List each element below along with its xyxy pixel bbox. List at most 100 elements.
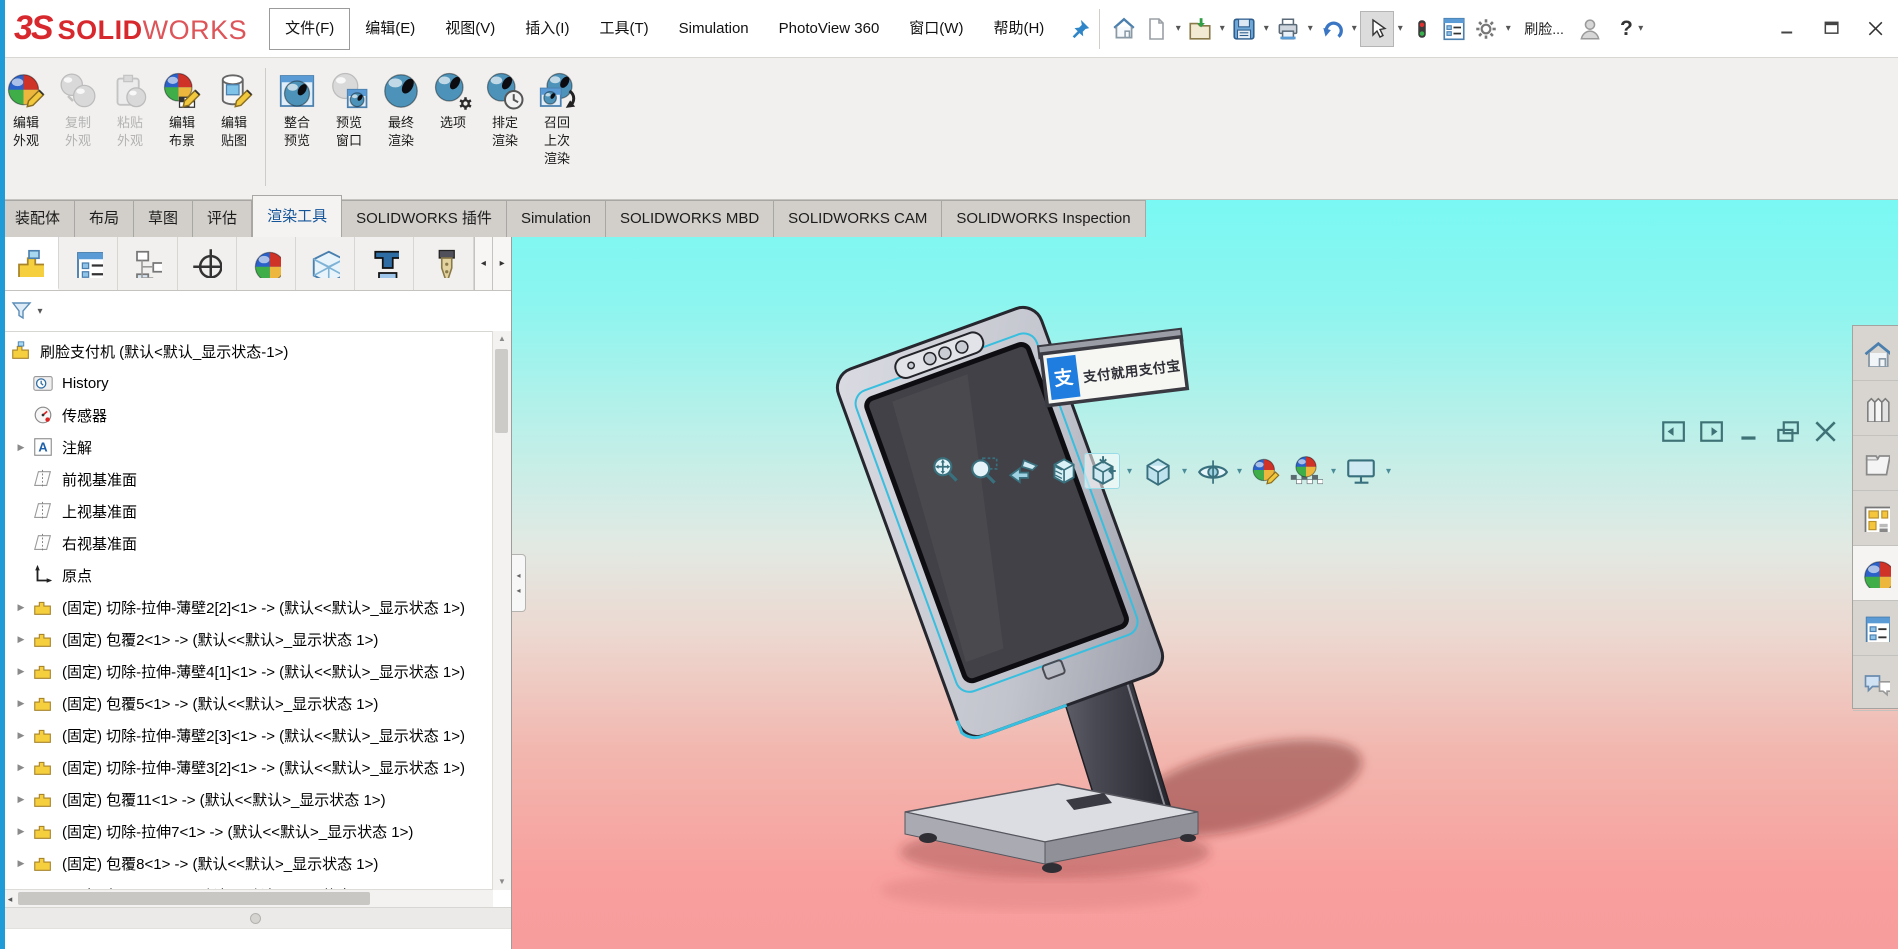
select-cursor-button[interactable] [1360, 10, 1395, 47]
hide-show-items-button[interactable] [1194, 453, 1230, 489]
tree-item[interactable]: ▶ (固定) 切除-拉伸7<1> -> (默认<<默认>_显示状态 1>) [0, 815, 493, 847]
tree-item[interactable]: ▶ (固定) 切除-拉伸-薄壁4[1]<1> -> (默认<<默认>_显示状态 1… [0, 655, 493, 687]
tree-item[interactable]: ▶ (固定) 包覆5<1> -> (默认<<默认>_显示状态 1>) [0, 687, 493, 719]
tree-item[interactable]: ▶ (固定) 包覆11<1> -> (默认<<默认>_显示状态 1>) [0, 783, 493, 815]
manager-tab-cam-tree[interactable] [414, 236, 474, 290]
render-options-button[interactable]: 选项 [427, 66, 479, 132]
tree-item[interactable]: ▶ (固定) 包覆8<1> -> (默认<<默认>_显示状态 1>) [0, 847, 493, 879]
recall-last-render-button[interactable]: 召回 上次 渲染 [531, 66, 583, 168]
previous-view-button[interactable] [1006, 453, 1042, 489]
home-button[interactable] [1108, 12, 1140, 46]
minimize-button[interactable] [1766, 0, 1810, 57]
tree-item[interactable]: 原点 [0, 559, 493, 591]
manager-tab-dimxpert-manager[interactable] [178, 236, 237, 290]
options-gear-button[interactable] [1470, 12, 1502, 46]
task-pane-appearances-scenes[interactable] [1853, 546, 1898, 601]
menu-item[interactable]: 文件(F) [269, 7, 351, 50]
zoom-fit-button[interactable] [928, 453, 964, 489]
open-doc-button[interactable] [1184, 12, 1216, 46]
tree-vertical-scrollbar[interactable]: ▲ ▼ [492, 331, 511, 890]
schedule-render-button[interactable]: 排定 渲染 [479, 66, 531, 150]
previous-window-button[interactable] [1660, 418, 1686, 449]
horizontal-scroll-thumb[interactable] [18, 892, 370, 905]
menu-item[interactable]: PhotoView 360 [764, 9, 895, 49]
integrated-preview-button[interactable]: 整合 预览 [271, 66, 323, 150]
display-style-caret-icon[interactable]: ▾ [1178, 466, 1191, 477]
tree-horizontal-scrollbar[interactable]: ◂ [0, 889, 493, 908]
save-caret-icon[interactable]: ▾ [1260, 23, 1272, 34]
tab-评估[interactable]: 评估 [193, 200, 253, 237]
tab-SOLIDWORKS Inspection[interactable]: SOLIDWORKS Inspection [942, 200, 1146, 237]
save-button[interactable] [1228, 12, 1260, 46]
edit-appearance-button[interactable]: 编辑 外观 [0, 66, 52, 150]
filter-funnel-icon[interactable] [10, 299, 34, 323]
tab-布局[interactable]: 布局 [75, 200, 135, 237]
help-caret-icon[interactable]: ▾ [1635, 23, 1647, 34]
manager-tabs-scroll-left[interactable]: ◂ [473, 236, 493, 290]
minimize-window-button[interactable] [1736, 418, 1762, 449]
select-cursor-caret-icon[interactable]: ▾ [1394, 23, 1406, 34]
view-orientation-button[interactable] [1084, 453, 1120, 489]
tab-SOLIDWORKS MBD[interactable]: SOLIDWORKS MBD [605, 200, 775, 237]
menu-item[interactable]: Simulation [664, 9, 764, 49]
edit-appearance-vp-button[interactable] [1249, 453, 1285, 489]
tree-item[interactable]: History [0, 367, 493, 399]
menu-item[interactable]: 窗口(W) [894, 9, 978, 49]
task-list-button[interactable] [1438, 12, 1470, 46]
hide-show-items-caret-icon[interactable]: ▾ [1233, 466, 1246, 477]
section-view-button[interactable] [1045, 453, 1081, 489]
tab-SOLIDWORKS CAM[interactable]: SOLIDWORKS CAM [774, 200, 943, 237]
tree-item[interactable]: ▶ (固定) 切除-拉伸-薄壁3[2]<1> -> (默认<<默认>_显示状态 1… [0, 751, 493, 783]
undo-button[interactable] [1316, 12, 1348, 46]
task-pane-file-explorer[interactable] [1853, 436, 1898, 491]
manager-tabs-scroll-right[interactable]: ▸ [492, 236, 511, 290]
final-render-button[interactable]: 最终 渲染 [375, 66, 427, 150]
apply-scene-caret-icon[interactable]: ▾ [1327, 466, 1340, 477]
manager-tab-simulation-study[interactable] [355, 236, 415, 290]
manager-tab-feature-manager[interactable] [0, 236, 60, 290]
view-settings-caret-icon[interactable]: ▾ [1382, 466, 1395, 477]
menu-item[interactable]: 编辑(E) [350, 9, 430, 49]
print-button[interactable] [1272, 12, 1304, 46]
task-pane-custom-properties[interactable] [1853, 601, 1898, 656]
close-window-button[interactable] [1812, 418, 1838, 449]
tree-item[interactable]: 右视基准面 [0, 527, 493, 559]
manager-tab-property-manager[interactable] [59, 236, 119, 290]
user-account-button[interactable] [1574, 12, 1606, 46]
pin-icon[interactable] [1069, 17, 1091, 41]
scroll-down-icon[interactable]: ▼ [493, 874, 511, 890]
tree-item[interactable]: ▶ A 注解 [0, 431, 493, 463]
maximize-button[interactable] [1810, 0, 1854, 57]
open-doc-caret-icon[interactable]: ▾ [1216, 23, 1228, 34]
help-button[interactable]: ? [1620, 17, 1633, 41]
task-pane-comments[interactable] [1853, 656, 1898, 711]
expand-slot[interactable]: ▶ [12, 442, 30, 453]
expand-slot[interactable]: ▶ [12, 698, 30, 709]
menu-item[interactable]: 视图(V) [430, 9, 510, 49]
undo-caret-icon[interactable]: ▾ [1348, 23, 1360, 34]
expand-slot[interactable]: ▶ [12, 826, 30, 837]
task-pane-resources-home[interactable] [1853, 326, 1898, 381]
close-button[interactable] [1854, 0, 1898, 57]
apply-scene-button[interactable] [1288, 453, 1324, 489]
new-doc-button[interactable] [1140, 12, 1172, 46]
options-gear-caret-icon[interactable]: ▾ [1502, 23, 1514, 34]
manager-tab-display-manager[interactable] [237, 236, 296, 290]
edit-scene-button[interactable]: 编辑 布景 [156, 66, 208, 150]
manager-tab-visibility-cube[interactable] [296, 236, 356, 290]
menu-item[interactable]: 工具(T) [584, 9, 663, 49]
expand-slot[interactable]: ▶ [12, 666, 30, 677]
preview-window-button[interactable]: 预览 窗口 [323, 66, 375, 150]
tree-item[interactable]: ▶ (固定) 切除-拉伸-薄壁2[3]<1> -> (默认<<默认>_显示状态 1… [0, 719, 493, 751]
panel-flyout-handle[interactable]: ◂ ◂ [512, 554, 526, 612]
expand-slot[interactable]: ▶ [12, 762, 30, 773]
menu-item[interactable]: 帮助(H) [978, 9, 1059, 49]
scroll-up-icon[interactable]: ▲ [493, 331, 511, 347]
new-doc-caret-icon[interactable]: ▾ [1172, 23, 1184, 34]
print-caret-icon[interactable]: ▾ [1304, 23, 1316, 34]
expand-slot[interactable]: ▶ [12, 634, 30, 645]
tree-item[interactable]: 传感器 [0, 399, 493, 431]
task-pane-design-library[interactable] [1853, 381, 1898, 436]
tree-item[interactable]: 前视基准面 [0, 463, 493, 495]
tab-SOLIDWORKS 插件[interactable]: SOLIDWORKS 插件 [342, 200, 507, 237]
